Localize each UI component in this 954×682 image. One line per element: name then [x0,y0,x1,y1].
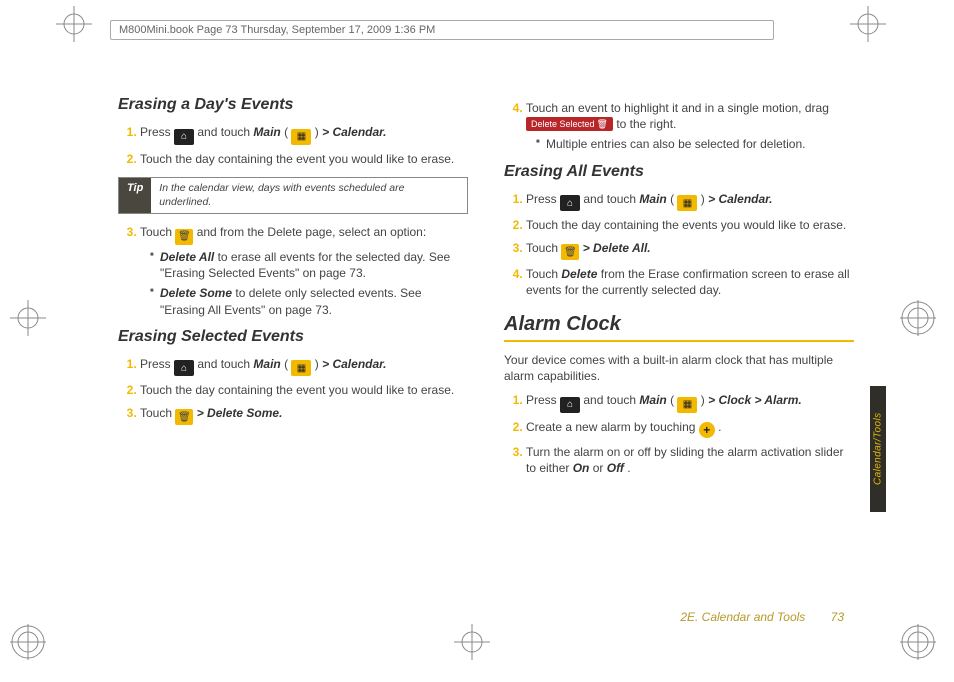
heading-erase-day: Erasing a Day's Events [118,96,468,114]
option: Delete All to erase all events for the s… [150,249,468,281]
regmark-icon [10,624,46,660]
home-icon: ⌂ [560,397,580,413]
step: Press ⌂ and touch Main ( ▦ ) > Calendar. [140,356,468,377]
step: Press ⌂ and touch Main ( ▦ ) > Clock > A… [526,392,854,413]
step: Press ⌂ and touch Main ( ▦ ) > Calendar. [140,124,468,145]
heading-erase-all: Erasing All Events [504,163,854,181]
step: Touch the day containing the events you … [526,217,854,233]
note: Multiple entries can also be selected fo… [536,136,854,152]
home-icon: ⌂ [174,129,194,145]
tip-box: Tip In the calendar view, days with even… [118,177,468,214]
page-footer: 2E. Calendar and Tools 73 [680,610,844,624]
home-icon: ⌂ [560,195,580,211]
step: Touch an event to highlight it and in a … [526,100,854,153]
main-menu-icon: ▦ [677,397,697,413]
steps-erase-selected-cont: Touch an event to highlight it and in a … [504,100,854,153]
trash-icon: 🗑 [175,229,193,245]
steps-alarm: Press ⌂ and touch Main ( ▦ ) > Clock > A… [504,392,854,476]
trash-icon: 🗑 [561,244,579,260]
heading-underline [504,340,854,342]
regmark-icon [900,624,936,660]
page-number: 73 [831,610,844,624]
trash-icon: 🗑 [597,118,608,130]
step: Touch Delete from the Erase confirmation… [526,266,854,298]
trash-icon: 🗑 [175,409,193,425]
step: Press ⌂ and touch Main ( ▦ ) > Calendar. [526,191,854,212]
step: Touch the day containing the event you w… [140,151,468,167]
regmark-icon [900,300,936,336]
sub-options: Delete All to erase all events for the s… [140,249,468,318]
step: Create a new alarm by touching + . [526,419,854,438]
step: Touch 🗑 and from the Delete page, select… [140,224,468,318]
left-column: Erasing a Day's Events Press ⌂ and touch… [118,96,468,486]
steps-erase-day-cont: Touch 🗑 and from the Delete page, select… [118,224,468,318]
tip-body: In the calendar view, days with events s… [151,178,467,213]
right-column: Touch an event to highlight it and in a … [504,96,854,486]
step: Touch 🗑 > Delete All. [526,240,854,261]
steps-erase-day: Press ⌂ and touch Main ( ▦ ) > Calendar.… [118,124,468,167]
delete-selected-badge: Delete Selected🗑 [526,117,613,131]
step: Touch the day containing the event you w… [140,382,468,398]
heading-alarm-clock: Alarm Clock [504,313,854,336]
step: Turn the alarm on or off by sliding the … [526,444,854,476]
regmark-icon [454,624,490,660]
print-header: M800Mini.book Page 73 Thursday, Septembe… [110,20,774,40]
step: Touch 🗑 > Delete Some. [140,405,468,426]
tip-label: Tip [119,178,151,213]
docinfo: M800Mini.book Page 73 Thursday, Septembe… [119,24,435,36]
main-menu-icon: ▦ [291,129,311,145]
steps-erase-selected: Press ⌂ and touch Main ( ▦ ) > Calendar.… [118,356,468,426]
main-menu-icon: ▦ [677,195,697,211]
section-label: 2E. Calendar and Tools [680,610,805,624]
regmark-icon [56,6,92,42]
regmark-icon [850,6,886,42]
regmark-icon [10,300,46,336]
main-menu-icon: ▦ [291,360,311,376]
home-icon: ⌂ [174,360,194,376]
alarm-intro: Your device comes with a built-in alarm … [504,352,854,384]
heading-erase-selected: Erasing Selected Events [118,328,468,346]
steps-erase-all: Press ⌂ and touch Main ( ▦ ) > Calendar.… [504,191,854,299]
plus-icon: + [699,422,715,438]
side-tab: Calendar/Tools [870,386,886,512]
option: Delete Some to delete only selected even… [150,285,468,317]
